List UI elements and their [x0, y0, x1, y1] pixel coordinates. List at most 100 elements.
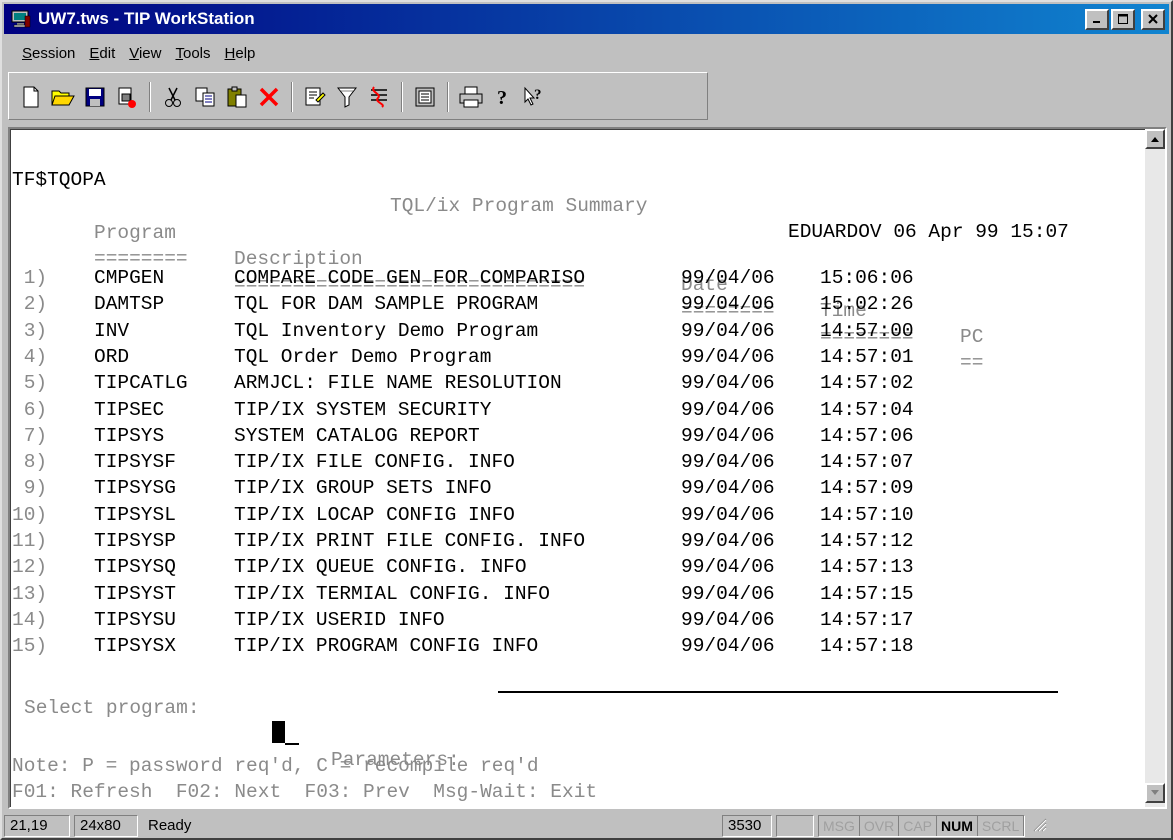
- row-date: 99/04/06: [681, 556, 775, 579]
- row-date: 99/04/06: [681, 345, 775, 368]
- select-program-label: Select program:: [24, 697, 200, 719]
- menu-bar: Session Edit View Tools Help: [4, 38, 1169, 68]
- row-date: 99/04/06: [681, 608, 775, 631]
- row-date: 99/04/06: [681, 451, 775, 474]
- row-program: INV: [94, 319, 130, 342]
- user-datetime: EDUARDOV 06 Apr 99 15:07: [788, 221, 1069, 243]
- filter-icon[interactable]: [334, 83, 360, 111]
- row-description: TQL Inventory Demo Program: [234, 319, 539, 342]
- row-time: 15:06:06: [820, 267, 914, 289]
- row-time: 14:57:02: [820, 372, 914, 395]
- row-time: 14:57:00: [820, 319, 914, 342]
- parameters-input[interactable]: [498, 691, 1058, 693]
- row-date: 99/04/06: [681, 293, 775, 316]
- help-icon[interactable]: ?: [490, 83, 516, 111]
- maximize-button[interactable]: [1111, 8, 1135, 30]
- row-number: 15): [12, 635, 48, 658]
- session-code: 3530: [722, 814, 772, 837]
- menu-help[interactable]: Help: [218, 45, 263, 62]
- row-date: 99/04/06: [681, 582, 775, 605]
- status-indicators: MSG OVR CAP NUM SCRL: [818, 814, 1026, 837]
- status-bar: 21,19 24x80 Ready 3530 MSG OVR CAP NUM SCRL: [4, 813, 1169, 838]
- row-description: COMPARE CODE GEN FOR COMPARISO: [234, 267, 586, 289]
- cut-icon[interactable]: [160, 83, 186, 111]
- row-date: 99/04/06: [681, 372, 775, 395]
- row-number: 9): [12, 477, 48, 500]
- row-program: TIPSYSQ: [94, 556, 176, 579]
- row-description: TIP/IX LOCAP CONFIG INFO: [234, 503, 515, 526]
- row-program: TIPSYS: [94, 424, 165, 447]
- settings-icon[interactable]: [302, 83, 328, 111]
- row-program: TIPSYSX: [94, 635, 176, 658]
- row-time: 14:57:07: [820, 451, 914, 474]
- row-program: TIPSEC: [94, 398, 165, 421]
- open-icon[interactable]: [50, 83, 76, 111]
- resize-grip-icon[interactable]: [1031, 816, 1051, 836]
- row-program: TIPSYSU: [94, 608, 176, 631]
- menu-session[interactable]: Session: [4, 45, 82, 62]
- row-description: TIP/IX SYSTEM SECURITY: [234, 398, 492, 421]
- row-date: 99/04/06: [681, 398, 775, 421]
- note-line: Note: P = password req'd, C = recompile …: [12, 727, 539, 777]
- paste-icon[interactable]: [224, 83, 250, 111]
- row-time: 14:57:15: [820, 582, 914, 605]
- toolbar-separator: [149, 82, 151, 112]
- row-date: 99/04/06: [681, 424, 775, 447]
- menu-edit[interactable]: Edit: [82, 45, 122, 62]
- copy-icon[interactable]: [192, 83, 218, 111]
- indicator-num: NUM: [937, 815, 978, 836]
- indicator-cap: CAP: [899, 815, 938, 836]
- svg-text:?: ?: [497, 87, 507, 108]
- app-icon[interactable]: [10, 8, 32, 30]
- context-help-icon[interactable]: ?: [522, 83, 548, 111]
- window-title: UW7.tws - TIP WorkStation: [38, 9, 255, 28]
- row-time: 14:57:13: [820, 556, 914, 579]
- row-number: 4): [12, 345, 48, 368]
- row-program: TIPSYSF: [94, 451, 176, 474]
- save-icon[interactable]: [82, 83, 108, 111]
- terminal-screen[interactable]: TF$TQOPA TQL/ix Program Summary EDUARDOV…: [8, 127, 1167, 809]
- maximize-icon: [1117, 13, 1128, 24]
- row-time: 14:57:10: [820, 503, 914, 526]
- vertical-scrollbar[interactable]: [1145, 129, 1165, 807]
- toolbar-separator: [291, 82, 293, 112]
- program-id: TF$TQOPA: [12, 169, 106, 191]
- print-icon[interactable]: [458, 83, 484, 111]
- terminal-content: TF$TQOPA TQL/ix Program Summary EDUARDOV…: [12, 131, 1145, 807]
- row-time: 14:57:09: [820, 477, 914, 500]
- row-date: 99/04/06: [681, 267, 775, 289]
- row-description: TIP/IX PRINT FILE CONFIG. INFO: [234, 530, 586, 552]
- close-button[interactable]: [1141, 8, 1165, 30]
- row-date: 99/04/06: [681, 319, 775, 342]
- new-icon[interactable]: [18, 83, 44, 111]
- toolbar-separator: [401, 82, 403, 112]
- select-program-input[interactable]: [272, 720, 299, 747]
- title-bar[interactable]: UW7.tws - TIP WorkStation: [4, 4, 1169, 34]
- display-icon[interactable]: [412, 83, 438, 111]
- row-program: TIPSYSL: [94, 503, 176, 526]
- row-time: 14:57:04: [820, 398, 914, 421]
- toolbar: ? ?: [8, 72, 708, 120]
- row-number: 13): [12, 582, 48, 605]
- function-keys-text: F01: Refresh F02: Next F03: Prev Msg-Wai…: [12, 781, 598, 803]
- row-date: 99/04/06: [681, 635, 775, 658]
- menu-tools[interactable]: Tools: [168, 45, 217, 62]
- scroll-down-button[interactable]: [1145, 783, 1165, 803]
- menu-view[interactable]: View: [122, 45, 168, 62]
- scroll-up-button[interactable]: [1145, 129, 1165, 149]
- row-number: 2): [12, 293, 48, 316]
- row-description: TQL Order Demo Program: [234, 345, 492, 368]
- underline-pc: ==: [960, 352, 984, 374]
- properties-icon[interactable]: [114, 83, 140, 111]
- status-blank-panel: [776, 814, 814, 837]
- screen-title: TQL/ix Program Summary: [390, 195, 648, 217]
- indicator-msg: MSG: [819, 815, 860, 836]
- row-number: 14): [12, 608, 48, 631]
- delete-icon[interactable]: [256, 83, 282, 111]
- row-number: 11): [12, 530, 48, 552]
- header-line: TF$TQOPA TQL/ix Program Summary EDUARDOV…: [12, 141, 1069, 243]
- macro-icon[interactable]: [366, 83, 392, 111]
- minimize-button[interactable]: [1085, 8, 1109, 30]
- toolbar-separator: [447, 82, 449, 112]
- menu-session-rest: ession: [32, 44, 76, 62]
